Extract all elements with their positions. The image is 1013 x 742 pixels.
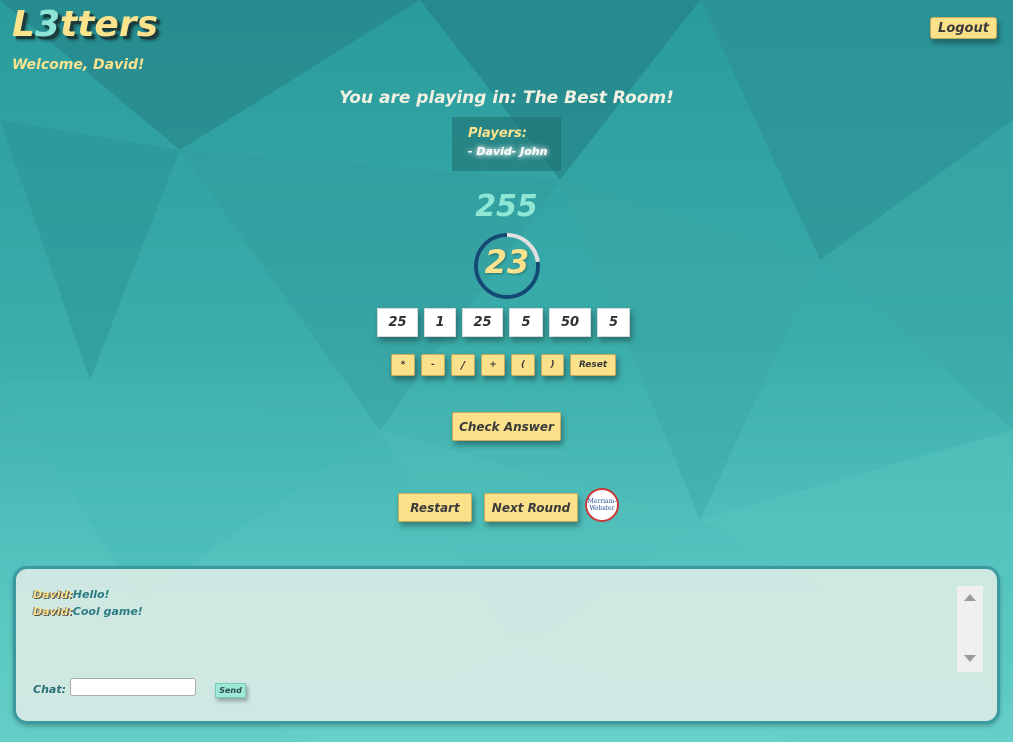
- scroll-up-arrow-icon[interactable]: [964, 594, 976, 601]
- number-tile[interactable]: 25: [462, 308, 503, 337]
- timer-value: 23: [484, 243, 530, 281]
- number-tile[interactable]: 25: [377, 308, 418, 337]
- scroll-down-arrow-icon[interactable]: [964, 655, 976, 662]
- subtract-button[interactable]: -: [421, 354, 445, 376]
- chat-text: Hello!: [72, 588, 110, 601]
- number-tile[interactable]: 5: [509, 308, 543, 337]
- players-label: Players:: [468, 126, 527, 141]
- chat-scrollbar[interactable]: [957, 586, 983, 672]
- chat-message: David:Hello!: [33, 586, 143, 603]
- welcome-message: Welcome, David!: [12, 57, 145, 73]
- number-tile[interactable]: 1: [424, 308, 456, 337]
- logout-button[interactable]: Logout: [930, 17, 997, 39]
- divide-button[interactable]: /: [451, 354, 475, 376]
- number-tile[interactable]: 5: [597, 308, 630, 337]
- reset-button[interactable]: Reset: [570, 354, 616, 376]
- dictionary-logo-line2: Webster: [589, 505, 615, 512]
- multiply-button[interactable]: *: [391, 354, 415, 376]
- close-paren-button[interactable]: ): [541, 354, 564, 376]
- chat-panel: David:Hello! David:Cool game! Chat: Send: [13, 566, 1000, 724]
- chat-messages: David:Hello! David:Cool game!: [33, 586, 143, 620]
- chat-message: David:Cool game!: [33, 603, 143, 620]
- send-button[interactable]: Send: [215, 683, 246, 698]
- number-tile[interactable]: 50: [549, 308, 591, 337]
- chat-author: David:: [33, 605, 73, 618]
- chat-label: Chat:: [33, 683, 66, 696]
- room-title: You are playing in: The Best Room!: [339, 88, 674, 108]
- chat-input[interactable]: [70, 678, 196, 696]
- next-round-button[interactable]: Next Round: [484, 493, 578, 522]
- chat-author: David:: [33, 588, 73, 601]
- check-answer-button[interactable]: Check Answer: [452, 412, 561, 441]
- players-list: - David- John: [468, 145, 548, 158]
- players-panel: Players: - David- John: [452, 117, 561, 171]
- chat-text: Cool game!: [72, 605, 143, 618]
- add-button[interactable]: +: [481, 354, 505, 376]
- target-number: 255: [475, 189, 538, 224]
- app-logo: L3tters: [12, 4, 159, 45]
- dictionary-logo-icon[interactable]: Merriam- Webster: [585, 488, 619, 522]
- restart-button[interactable]: Restart: [398, 493, 472, 522]
- open-paren-button[interactable]: (: [511, 354, 535, 376]
- dictionary-logo-line1: Merriam-: [587, 498, 617, 505]
